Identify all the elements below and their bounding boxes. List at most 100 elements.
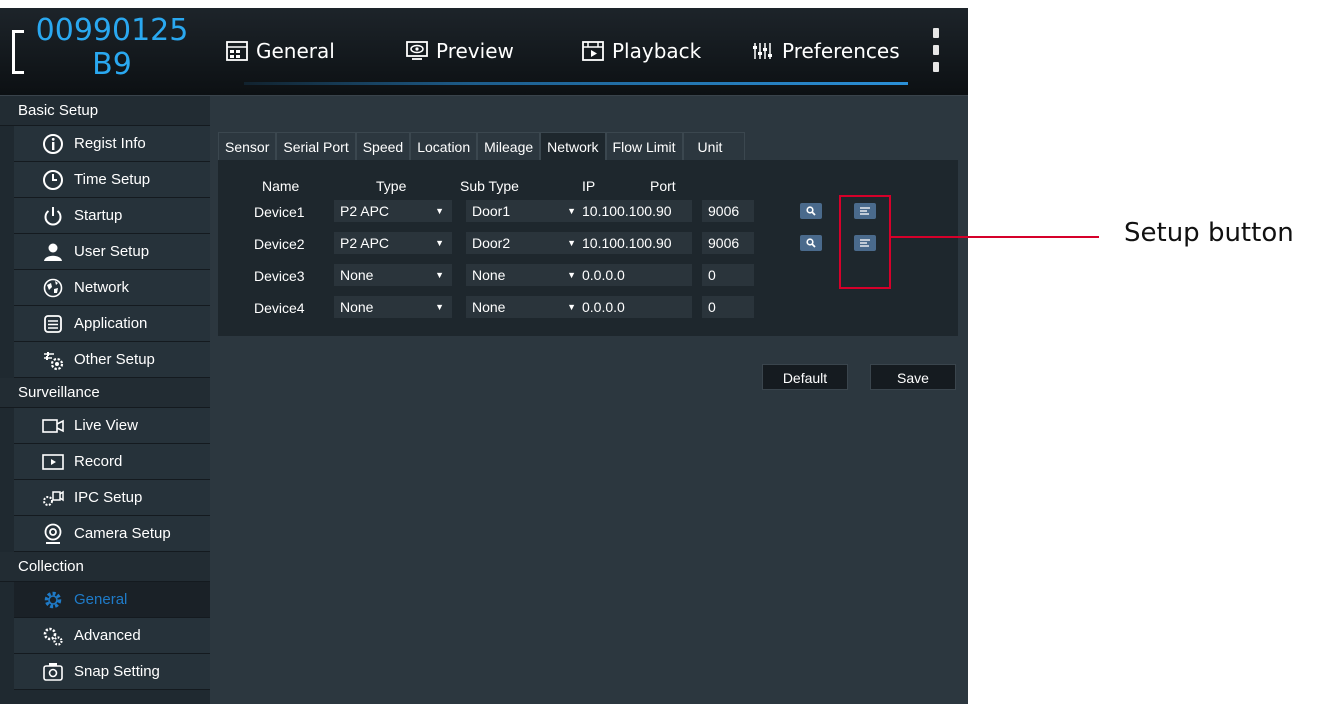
sidebar-item-camera-setup[interactable]: Camera Setup [14,516,210,552]
tab-preferences-label: Preferences [782,39,900,63]
sidebar-item-label: Application [74,315,148,332]
sidebar-item-label: Regist Info [74,135,146,152]
sidebar-item-live-view[interactable]: Live View [14,408,210,444]
sidebar-item-label: Camera Setup [74,525,171,542]
content-area: Sensor Serial Port Speed Location Mileag… [210,96,968,704]
sidebar-item-general[interactable]: General [14,582,210,618]
subtab-mileage[interactable]: Mileage [477,132,541,160]
camera-icon [42,418,64,433]
tab-preview[interactable]: Preview [406,36,514,66]
device-id-line2: B9 [92,47,132,82]
tab-general-label: General [256,39,335,63]
playback-film-icon [582,41,604,61]
type-select-value: P2 APC [340,203,390,219]
sidebar-item-other-setup[interactable]: Other Setup [14,342,210,378]
ip-input[interactable]: 0.0.0.0 [576,296,692,318]
search-icon [806,238,816,248]
column-header-ip: IP [582,178,596,194]
type-select[interactable]: P2 APC ▼ [334,232,452,254]
subtab-serial-port[interactable]: Serial Port [276,132,356,160]
dropdown-arrow-icon: ▼ [567,238,576,248]
sidebar-item-snap-setting[interactable]: Snap Setting [14,654,210,690]
port-input[interactable]: 0 [702,264,754,286]
sidebar-item-ipc-setup[interactable]: IPC Setup [14,480,210,516]
type-select-value: None [340,299,374,315]
subtab-network[interactable]: Network [540,132,606,160]
subtab-unit[interactable]: Unit [682,132,746,160]
tab-general[interactable]: General [226,36,335,66]
column-header-port: Port [650,178,676,194]
subtype-select-value: Door1 [472,203,511,219]
device-id: 00990125 B9 [32,14,192,82]
dropdown-arrow-icon: ▼ [567,206,576,216]
column-header-type: Type [376,178,407,194]
search-device-button[interactable] [800,203,822,219]
callout-line [891,236,1099,238]
ip-input[interactable]: 10.100.100.90 [576,232,692,254]
dropdown-arrow-icon: ▼ [567,270,576,280]
more-menu-button[interactable] [928,28,944,72]
sidebar-item-advanced[interactable]: Advanced [14,618,210,654]
preview-eye-icon [406,41,428,60]
tab-preview-label: Preview [436,39,514,63]
sidebar-item-network[interactable]: Network [14,270,210,306]
sidebar-item-record[interactable]: Record [14,444,210,480]
sidebar-section-basic-setup: Basic Setup [0,96,210,126]
subtype-select[interactable]: None ▼ [466,296,584,318]
search-device-button[interactable] [800,235,822,251]
active-tab-indicator [244,82,908,85]
port-input[interactable]: 0 [702,296,754,318]
device-name: Device3 [254,268,305,284]
ip-input[interactable]: 10.100.100.90 [576,200,692,222]
more-dot-icon [933,62,939,72]
search-icon [806,206,816,216]
tab-playback[interactable]: Playback [582,36,701,66]
device-name: Device4 [254,300,305,316]
device-name: Device1 [254,204,305,220]
webcam-icon [44,523,62,544]
sidebar-item-label: Advanced [74,627,141,644]
other-setup-icon [44,351,64,370]
subtab-speed[interactable]: Speed [355,132,411,160]
snapshot-icon [43,662,63,681]
dropdown-arrow-icon: ▼ [435,270,444,280]
subtype-select[interactable]: Door2 ▼ [466,232,584,254]
port-input[interactable]: 9006 [702,232,754,254]
type-select[interactable]: None ▼ [334,296,452,318]
sidebar-item-time-setup[interactable]: Time Setup [14,162,210,198]
device-name: Device2 [254,236,305,252]
port-input[interactable]: 9006 [702,200,754,222]
save-button[interactable]: Save [870,364,956,390]
subtab-sensor[interactable]: Sensor [218,132,277,160]
sidebar-item-label: Snap Setting [74,663,160,680]
sidebar-item-regist-info[interactable]: Regist Info [14,126,210,162]
type-select[interactable]: None ▼ [334,264,452,286]
type-select[interactable]: P2 APC ▼ [334,200,452,222]
default-button[interactable]: Default [762,364,848,390]
sidebar-item-label: Time Setup [74,171,151,188]
sidebar-item-application[interactable]: Application [14,306,210,342]
sidebar-item-label: General [74,591,128,608]
subtype-select[interactable]: None ▼ [466,264,584,286]
dropdown-arrow-icon: ▼ [435,238,444,248]
sidebar-item-user-setup[interactable]: User Setup [14,234,210,270]
dropdown-arrow-icon: ▼ [435,206,444,216]
type-select-value: None [340,267,374,283]
subtype-select[interactable]: Door1 ▼ [466,200,584,222]
tab-preferences[interactable]: Preferences [752,36,900,66]
sub-tab-bar: Sensor Serial Port Speed Location Mileag… [218,132,746,160]
clock-icon [43,169,63,190]
subtype-select-value: None [472,267,506,283]
more-dot-icon [933,45,939,55]
subtab-location[interactable]: Location [410,132,478,160]
dropdown-arrow-icon: ▼ [435,302,444,312]
dropdown-arrow-icon: ▼ [567,302,576,312]
ip-input[interactable]: 0.0.0.0 [576,264,692,286]
subtab-flow-limit[interactable]: Flow Limit [605,132,683,160]
sidebar-item-label: IPC Setup [74,489,143,506]
sidebar-item-startup[interactable]: Startup [14,198,210,234]
type-select-value: P2 APC [340,235,390,251]
device-screen: 00990125 B9 General Preview Playback Pre… [0,8,968,704]
gears-icon [43,627,63,646]
callout-label: Setup button [1124,218,1294,248]
